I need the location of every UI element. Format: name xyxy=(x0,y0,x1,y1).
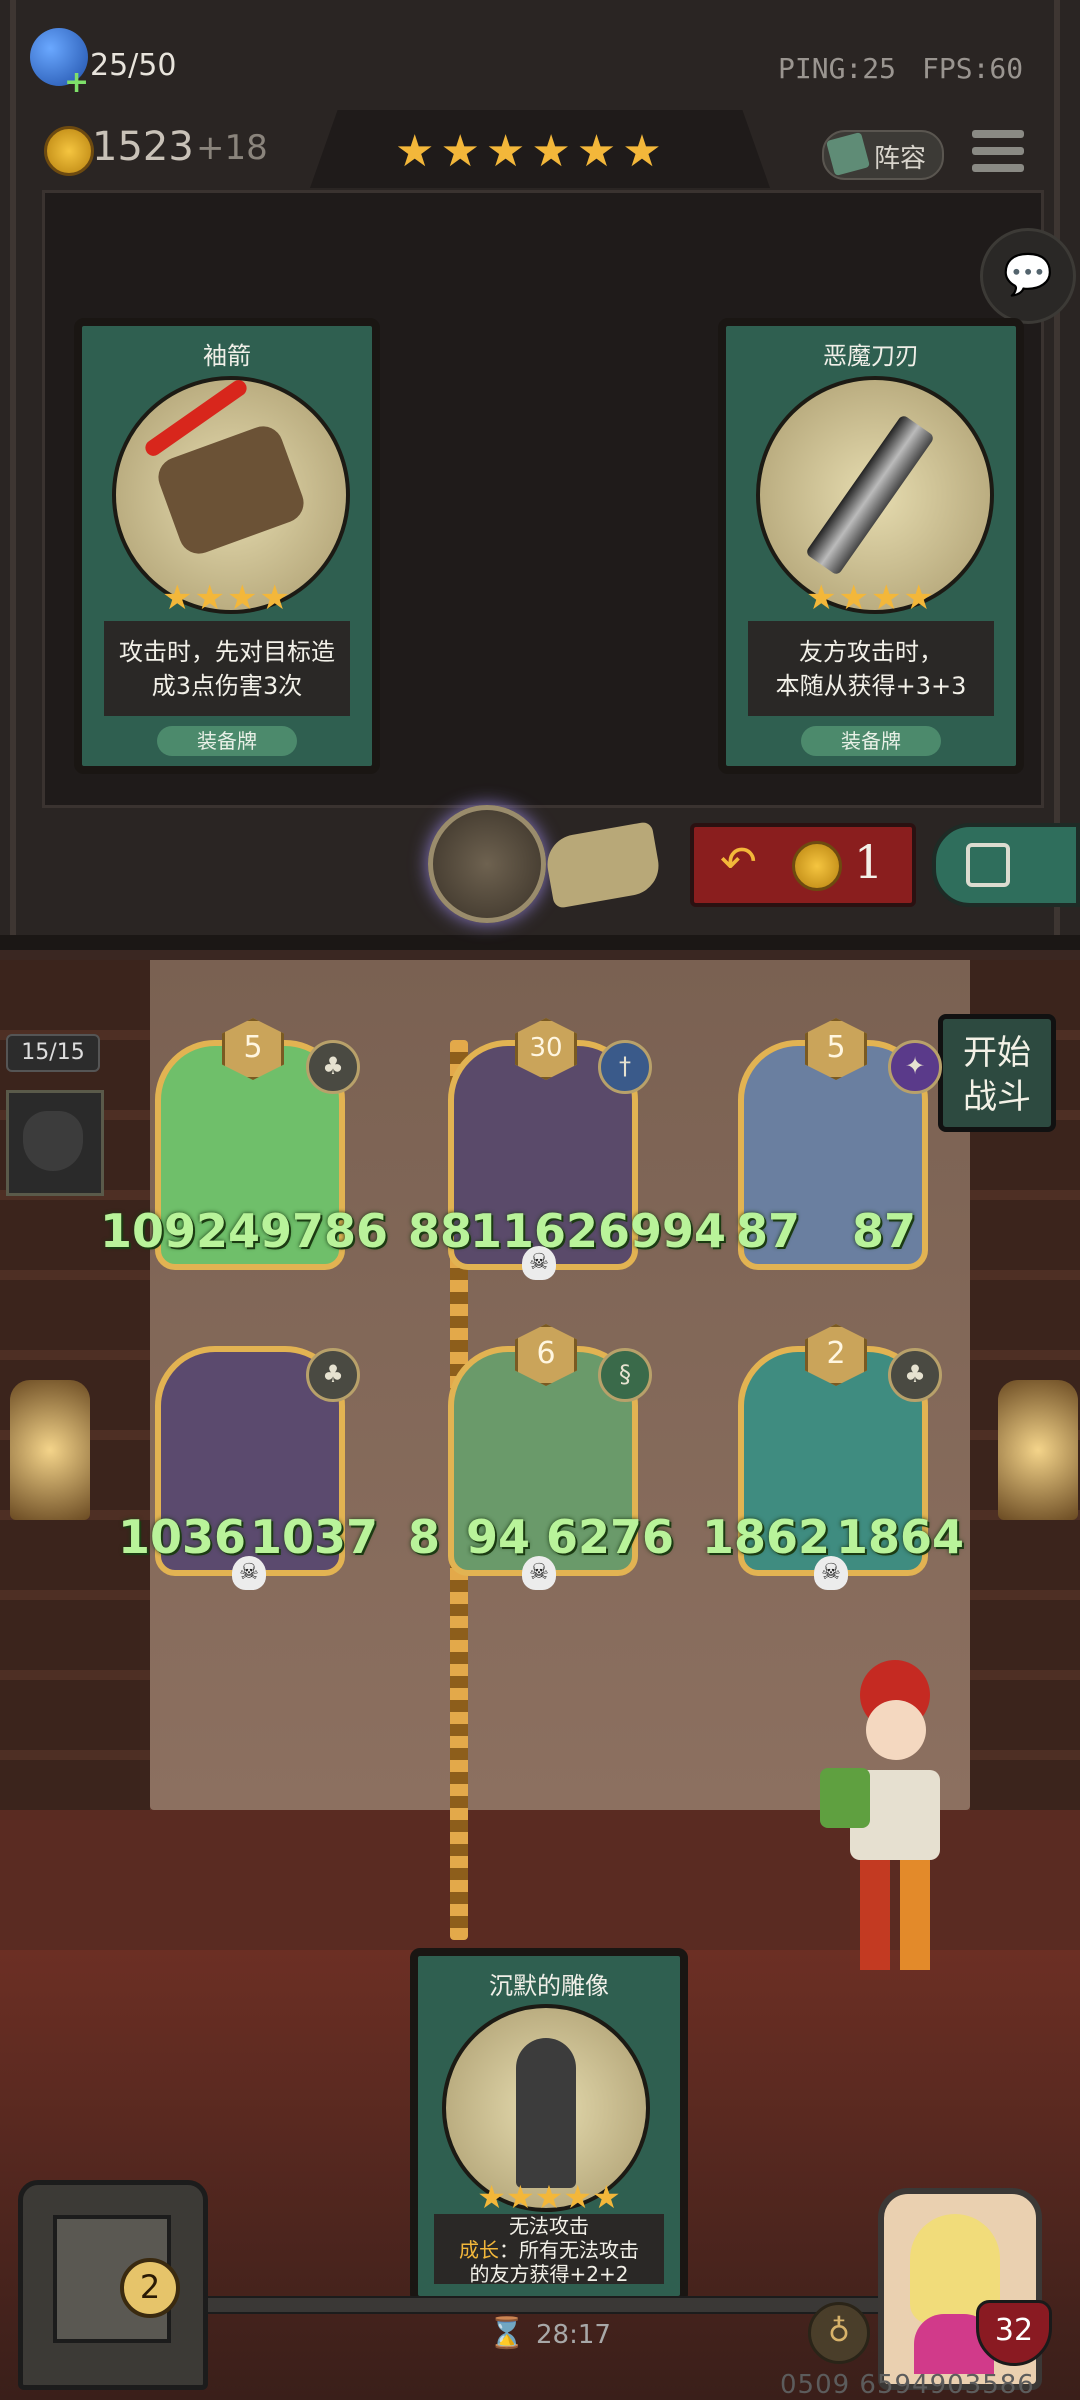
pocket-watch-icon[interactable] xyxy=(428,805,546,923)
tribe-badge-icon: ♣ xyxy=(306,1040,360,1094)
hero-character xyxy=(820,1660,960,1980)
hourglass-icon: ⌛ xyxy=(488,2316,526,2351)
gold-income: +18 xyxy=(196,128,268,168)
arcane-badge-icon: ✦ xyxy=(888,1040,942,1094)
card-type-tag: 装备牌 xyxy=(801,726,941,756)
card-stars: ★★★★★ xyxy=(477,2178,621,2216)
gold-coin-icon xyxy=(792,841,842,891)
round-timer: 28:17 xyxy=(536,2320,611,2350)
card-desc-line: 本随从获得+3+3 xyxy=(775,671,967,700)
lamp-left-icon xyxy=(10,1380,90,1520)
bottom-rail xyxy=(120,2296,904,2314)
card-title: 沉默的雕像 xyxy=(489,1972,609,2000)
gold-coin-icon xyxy=(44,126,94,176)
lineup-label: 阵容 xyxy=(874,144,927,174)
chat-icon[interactable]: 💬 xyxy=(980,228,1076,324)
card-description: 攻击时，先对目标造 成3点伤害3次 xyxy=(104,621,350,716)
refresh-shop-button[interactable]: ↶ 1 xyxy=(690,823,916,907)
shop-card-demon-blade[interactable]: 恶魔刀刃 ★★★★ 友方攻击时， 本随从获得+3+3 装备牌 xyxy=(718,318,1024,774)
skull-icon: ☠ xyxy=(522,1556,556,1590)
unit-count-badge: 15/15 xyxy=(6,1034,100,1072)
card-desc-line: 的友方获得+2+2 xyxy=(469,2262,629,2284)
card-description: 友方攻击时， 本随从获得+3+3 xyxy=(748,621,994,716)
card-desc-line: 成3点伤害3次 xyxy=(151,671,303,700)
start-battle-button[interactable]: 开始 战斗 xyxy=(938,1014,1056,1132)
card-desc-line: 友方攻击时， xyxy=(798,637,943,666)
unit-health: 87 xyxy=(852,1204,917,1258)
ping-readout: PING:25 xyxy=(778,52,897,85)
demon-blade-art-icon xyxy=(804,413,936,577)
watermark-id: 0509 6594903586 xyxy=(780,2370,1035,2400)
skull-icon: ☠ xyxy=(522,1246,556,1280)
statue-art-icon xyxy=(516,2038,576,2188)
cat-icon xyxy=(23,1111,83,1171)
card-desc-line: 无法攻击 xyxy=(509,2214,589,2238)
menu-icon[interactable] xyxy=(972,126,1024,176)
skull-icon: ☠ xyxy=(814,1556,848,1590)
population-counter: 25/50 xyxy=(90,48,177,83)
fps-readout: FPS:60 xyxy=(922,52,1024,85)
card-desc-line: 攻击时，先对目标造 xyxy=(119,637,335,666)
tribe-badge-icon: ♣ xyxy=(306,1348,360,1402)
skull-icon: ☠ xyxy=(232,1556,266,1590)
tribe-badge-icon: ♣ xyxy=(888,1348,942,1402)
refresh-cost: 1 xyxy=(854,835,884,889)
chest-count: 2 xyxy=(120,2258,180,2318)
add-population-icon[interactable]: + xyxy=(64,68,90,98)
shop-card-sleeve-arrow[interactable]: 袖箭 ★★★★ 攻击时，先对目标造 成3点伤害3次 装备牌 xyxy=(74,318,380,774)
unit-attack: 109249786 xyxy=(100,1204,389,1258)
unit-health: 11626994 xyxy=(470,1204,727,1258)
unit-health: 1864 xyxy=(836,1510,965,1564)
start-button-line: 战斗 xyxy=(963,1077,1031,1117)
book-icon xyxy=(825,131,871,177)
gold-amount: 1523 xyxy=(92,124,194,170)
growth-label: 成长 xyxy=(459,2238,499,2262)
card-description: 无法攻击 成长：所有无法攻击 的友方获得+2+2 xyxy=(434,2214,664,2284)
unit-attack: 87 xyxy=(736,1204,801,1258)
lock-shop-button[interactable] xyxy=(932,823,1080,907)
unit-attack: 1862 xyxy=(702,1510,831,1564)
unit-attack: 1036 xyxy=(118,1510,247,1564)
lineup-button[interactable]: 阵容 xyxy=(822,130,944,180)
unit-health: 94 6276 xyxy=(466,1510,675,1564)
lock-icon xyxy=(966,843,1010,887)
card-title: 袖箭 xyxy=(203,342,251,370)
lamp-right-icon xyxy=(998,1380,1078,1520)
card-stars: ★★★★ xyxy=(162,578,292,618)
unit-health: 1037 xyxy=(250,1510,379,1564)
bell-icon[interactable]: ♁ xyxy=(808,2302,870,2364)
refresh-arrow-icon: ↶ xyxy=(720,837,757,888)
start-button-line: 开始 xyxy=(963,1033,1031,1073)
hand-card-silent-statue[interactable]: 沉默的雕像 ★★★★★ 无法攻击 成长：所有无法攻击 的友方获得+2+2 xyxy=(410,1948,688,2304)
unit-attack: 88 xyxy=(408,1204,473,1258)
card-desc-line: ：所有无法攻击 xyxy=(499,2238,639,2262)
nature-badge-icon: § xyxy=(598,1348,652,1402)
opponent-cat-avatar[interactable] xyxy=(6,1090,104,1196)
card-title: 恶魔刀刃 xyxy=(823,342,919,370)
shop-tier-stars: ★★★★★★ xyxy=(395,126,668,177)
card-type-tag: 装备牌 xyxy=(157,726,297,756)
card-stars: ★★★★ xyxy=(806,578,936,618)
unit-attack: 8 xyxy=(408,1510,441,1564)
sword-badge-icon: † xyxy=(598,1040,652,1094)
